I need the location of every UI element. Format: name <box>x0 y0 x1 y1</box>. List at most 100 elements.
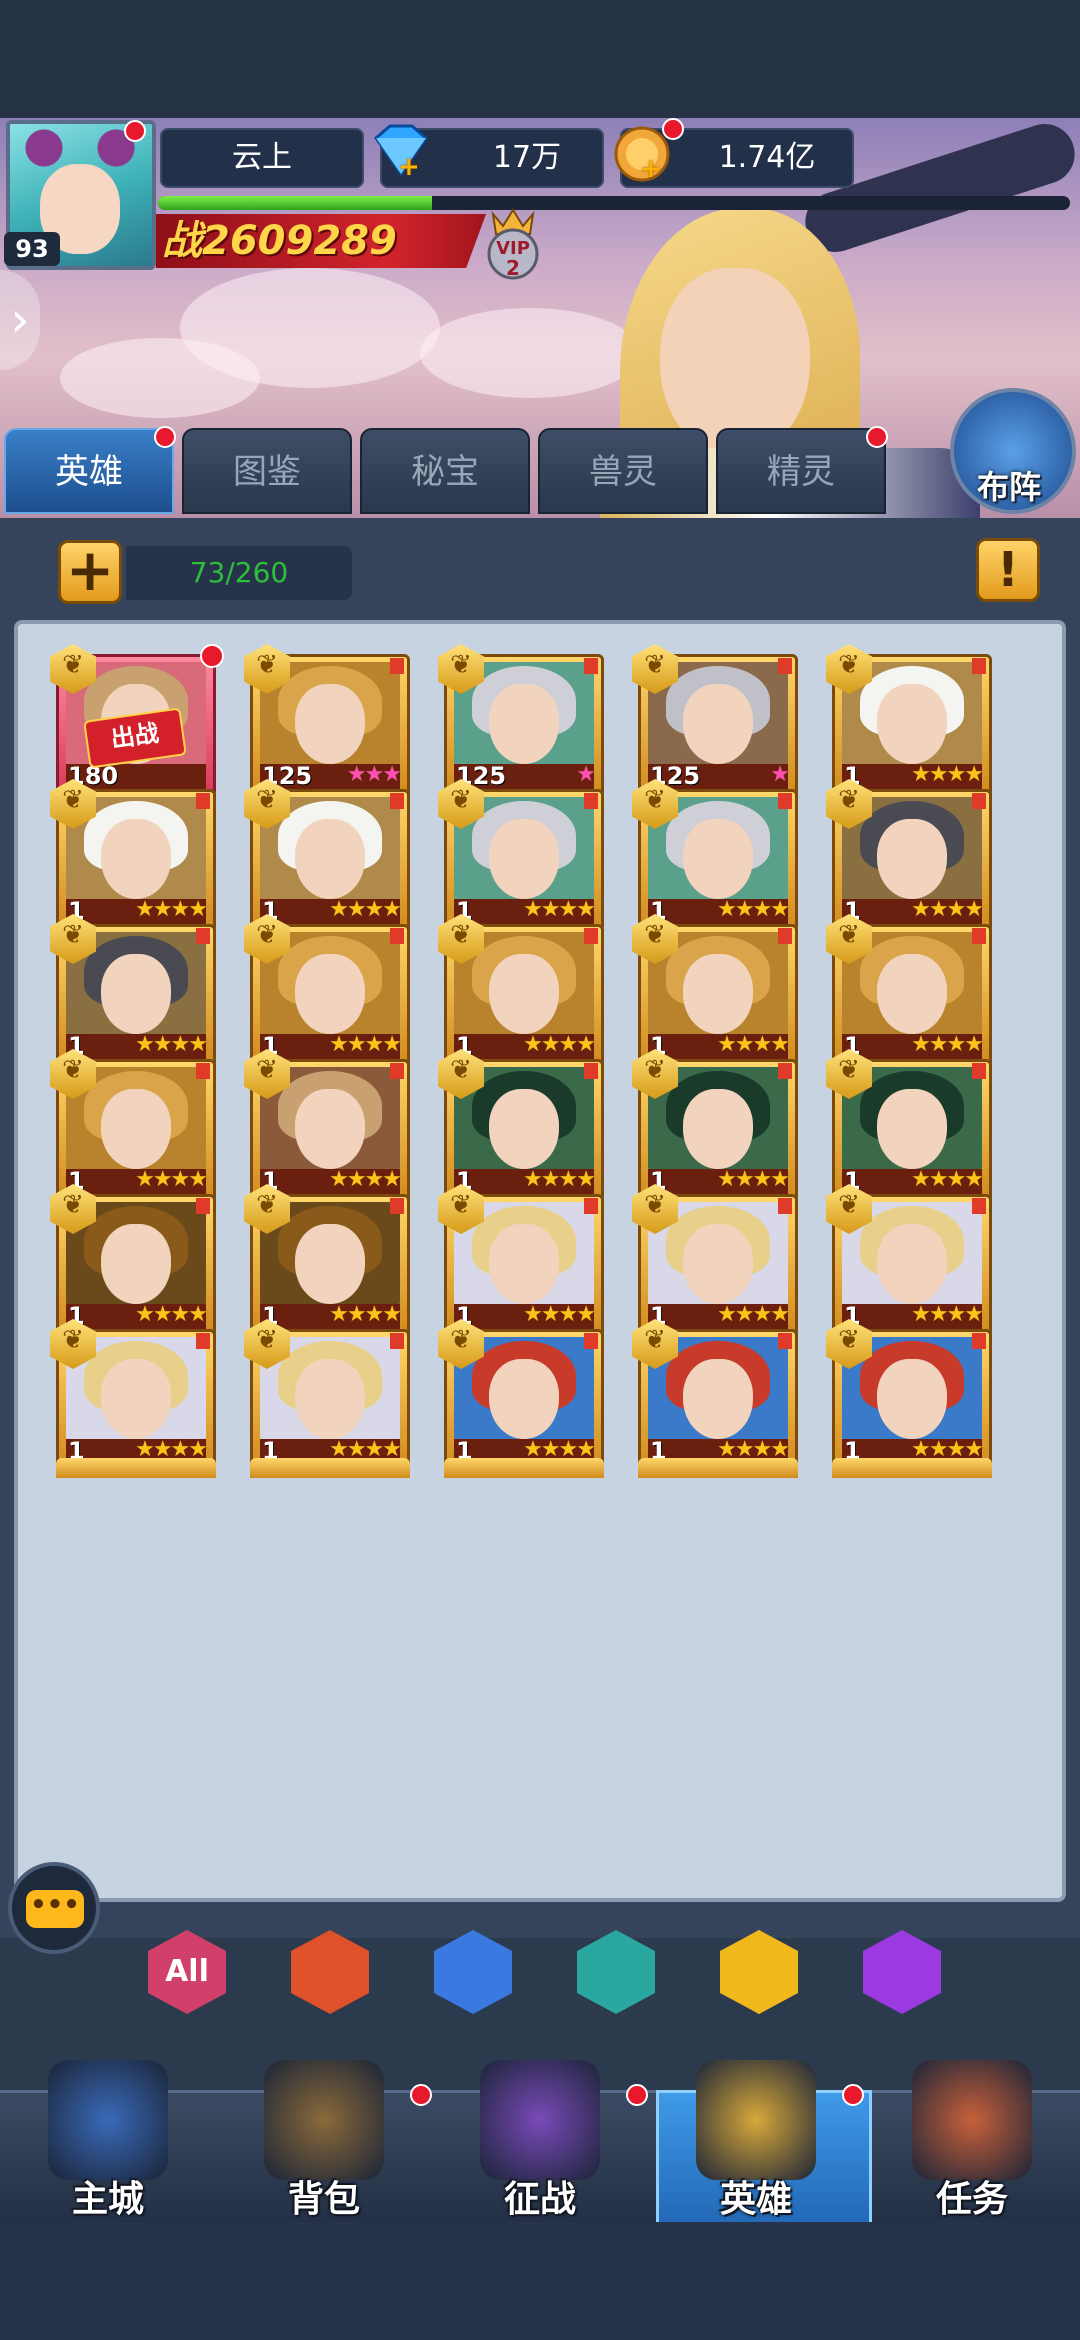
nav-castle[interactable]: 主城 <box>8 2040 208 2230</box>
nav-label: 英雄 <box>719 2179 792 2220</box>
hero-card[interactable]: 1 ★★★★ ❦ <box>632 1049 798 1203</box>
flag-icon <box>972 793 986 809</box>
chest-icon <box>264 2060 384 2180</box>
chat-bubble-icon: ••• <box>26 1890 84 1928</box>
add-gems-icon: + <box>398 152 420 182</box>
nav-label: 征战 <box>503 2179 576 2220</box>
flag-icon <box>196 1333 210 1349</box>
chat-button[interactable]: ••• <box>8 1862 100 1954</box>
nav-scroll[interactable]: 任务 <box>872 2040 1072 2230</box>
demon-faction-icon[interactable] <box>863 1930 941 2014</box>
experience-fill <box>158 196 432 210</box>
hero-tabs: 英雄 图鉴 秘宝 兽灵 精灵 <box>4 426 904 516</box>
player-name[interactable]: 云上 <box>160 128 364 188</box>
system-nav-area <box>0 2222 1080 2340</box>
flag-icon <box>196 928 210 944</box>
hero-card-partial[interactable] <box>444 1458 604 1478</box>
flag-icon <box>778 1063 792 1079</box>
vip-badge[interactable]: VIP 2 <box>478 204 548 284</box>
flag-icon <box>584 928 598 944</box>
hero-card[interactable]: 1 ★★★★ ❦ <box>438 1049 604 1203</box>
tab-4[interactable]: 精灵 <box>716 428 886 514</box>
all-factions-icon[interactable]: All <box>148 1930 226 2014</box>
castle-icon <box>48 2060 168 2180</box>
hero-card[interactable]: 1 ★★★★ ❦ <box>50 1049 216 1203</box>
add-coins-icon: + <box>640 154 662 184</box>
flag-icon <box>584 1198 598 1214</box>
hero-card[interactable]: 180 ❦ 出战 <box>50 644 224 798</box>
hero-card[interactable]: 1 ★★★★ ❦ <box>244 1049 410 1203</box>
hero-card-partial[interactable] <box>250 1458 410 1478</box>
avatar-notification-dot <box>124 120 146 142</box>
nav-label: 背包 <box>287 2179 360 2220</box>
hero-card[interactable]: 1 ★★★★ ❦ <box>244 914 410 1068</box>
tab-notification-dot <box>154 426 176 448</box>
hero-card[interactable]: 1 ★★★★ ❦ <box>50 914 216 1068</box>
hero-card[interactable]: 1 ★★★★ ❦ <box>826 914 992 1068</box>
tab-1[interactable]: 图鉴 <box>182 428 352 514</box>
hero-card[interactable]: 125 ★ ❦ <box>438 644 604 798</box>
flag-icon <box>778 928 792 944</box>
hero-card[interactable]: 1 ★★★★ ❦ <box>438 914 604 1068</box>
leaf-faction-icon[interactable] <box>720 1930 798 2014</box>
flag-icon <box>196 1198 210 1214</box>
hero-card[interactable]: 1 ★★★★ ❦ <box>826 779 992 933</box>
flag-icon <box>972 928 986 944</box>
skull-faction-icon[interactable] <box>577 1930 655 2014</box>
hero-count: 73/260 <box>126 546 352 600</box>
helmet-icon <box>696 2060 816 2180</box>
hero-card[interactable]: 125 ★★★ ❦ <box>244 644 410 798</box>
tab-0[interactable]: 英雄 <box>4 428 174 514</box>
hero-card[interactable]: 1 ★★★★ ❦ <box>826 1319 992 1473</box>
hero-card[interactable]: 1 ★★★★ ❦ <box>826 644 992 798</box>
hero-notification-dot <box>200 644 224 668</box>
vip-level: 2 <box>506 256 520 280</box>
flag-icon <box>196 793 210 809</box>
flag-icon <box>972 1333 986 1349</box>
nav-portal[interactable]: 征战 <box>440 2040 648 2230</box>
hero-grid: 180 ❦ 出战 125 ★★★ ❦ 125 ★ ❦ 125 ★ ❦ 1 ★★★★ ❦ 1 ★★★★ ❦ 1 ★★★★… <box>14 620 1066 1902</box>
flag-icon <box>972 1198 986 1214</box>
nav-chest[interactable]: 背包 <box>224 2040 432 2230</box>
flag-icon <box>196 1063 210 1079</box>
flag-icon <box>584 793 598 809</box>
experience-bar <box>158 196 1070 210</box>
status-bar-area <box>0 0 1080 118</box>
hero-card[interactable]: 1 ★★★★ ❦ <box>50 1184 216 1338</box>
hero-card[interactable]: 1 ★★★★ ❦ <box>632 1319 798 1473</box>
flag-icon <box>390 928 404 944</box>
nav-notification-dot <box>626 2084 648 2106</box>
hero-card-partial[interactable] <box>638 1458 798 1478</box>
info-button[interactable]: ! <box>976 538 1040 602</box>
hero-card[interactable]: 125 ★ ❦ <box>632 644 798 798</box>
flag-icon <box>972 1063 986 1079</box>
nav-helmet[interactable]: 英雄 <box>656 2040 872 2265</box>
hero-card[interactable]: 1 ★★★★ ❦ <box>826 1184 992 1338</box>
hero-card[interactable]: 1 ★★★★ ❦ <box>438 1319 604 1473</box>
coin-amount: 1.74亿 <box>718 140 816 175</box>
hero-card[interactable]: 1 ★★★★ ❦ <box>826 1049 992 1203</box>
hero-card-partial[interactable] <box>832 1458 992 1478</box>
tab-3[interactable]: 兽灵 <box>538 428 708 514</box>
flag-icon <box>390 1198 404 1214</box>
hero-card[interactable]: 1 ★★★★ ❦ <box>244 779 410 933</box>
tab-notification-dot <box>866 426 888 448</box>
hero-card[interactable]: 1 ★★★★ ❦ <box>50 779 216 933</box>
gem-amount: 17万 <box>492 140 562 175</box>
hero-card[interactable]: 1 ★★★★ ❦ <box>50 1319 216 1473</box>
tab-2[interactable]: 秘宝 <box>360 428 530 514</box>
hero-card[interactable]: 1 ★★★★ ❦ <box>244 1319 410 1473</box>
hero-card[interactable]: 1 ★★★★ ❦ <box>244 1184 410 1338</box>
hero-card[interactable]: 1 ★★★★ ❦ <box>632 779 798 933</box>
hero-card-partial[interactable] <box>56 1458 216 1478</box>
hero-card[interactable]: 1 ★★★★ ❦ <box>438 1184 604 1338</box>
flag-icon <box>390 793 404 809</box>
fire-faction-icon[interactable] <box>291 1930 369 2014</box>
hero-card[interactable]: 1 ★★★★ ❦ <box>632 1184 798 1338</box>
hero-card[interactable]: 1 ★★★★ ❦ <box>438 779 604 933</box>
diamond-icon: + <box>366 124 436 186</box>
expand-slots-button[interactable]: + <box>58 540 122 604</box>
hero-card[interactable]: 1 ★★★★ ❦ <box>632 914 798 1068</box>
cross-faction-icon[interactable] <box>434 1930 512 2014</box>
formation-button[interactable]: 布阵 <box>944 382 1076 518</box>
